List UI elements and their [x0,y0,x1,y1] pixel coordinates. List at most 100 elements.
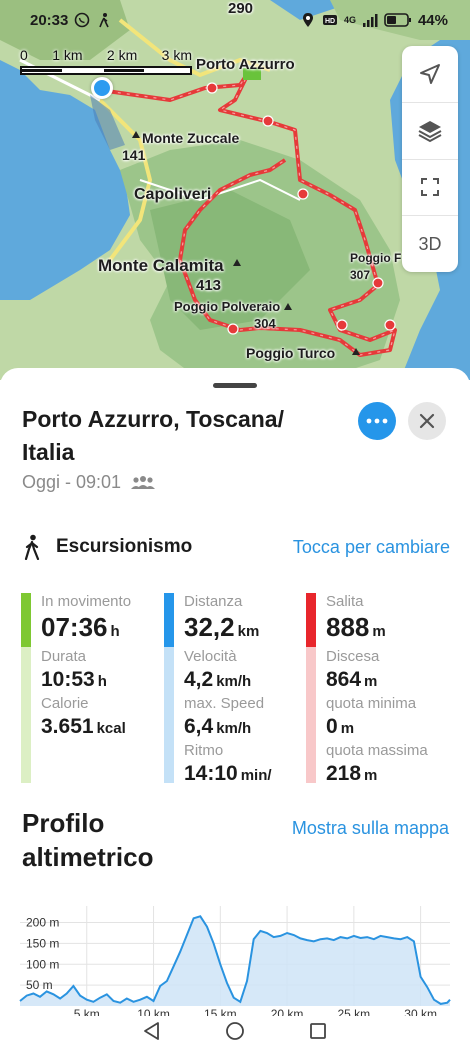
stat-unit: m [340,720,355,737]
map-label-poggio-f: Poggio F [350,251,402,265]
stats-grid: In movimento 07:36 h Durata 10:53 h Calori… [21,593,451,785]
stat-value: 6,4 [184,715,214,738]
group-people-icon[interactable] [129,475,157,491]
user-location-dot [91,77,113,99]
stat-label: Velocità [184,648,237,665]
stat-label: In movimento [41,593,132,610]
stat-color-bar [21,593,31,783]
stat-label: Salita [326,593,364,610]
stat-color-bar [306,593,316,783]
fullscreen-icon [421,178,439,197]
location-pin-icon [302,13,313,27]
stat-speed: Velocità 4,2 km/h [184,648,272,695]
locate-button[interactable] [402,46,458,103]
stat-label: max. Speed [184,695,265,712]
show-on-map-link[interactable]: Mostra sulla mappa [292,818,449,839]
stat-value: 07:36 [41,612,108,642]
signal-icon [362,14,378,27]
stat-label: Durata [41,648,87,665]
home-circle-icon [226,1022,244,1040]
system-nav-bar [0,1012,470,1050]
stat-distance: Distanza 32,2 km [184,593,272,648]
stat-label: Distanza [184,593,243,610]
stat-ascent: Salita 888 m [326,593,428,648]
stat-label: Ritmo [184,742,224,759]
stats-column-distance: Distanza 32,2 km Velocità 4,2 km/h max. Sp… [164,593,306,785]
stat-unit: km/h [216,673,252,690]
more-dots-icon [366,418,388,424]
map-elevation-label: 413 [196,277,222,294]
track-date: Oggi - 09:01 [22,472,122,492]
scale-label: 1 km [52,47,83,63]
map-label-poggio-turco: Poggio Turco [246,345,336,361]
stat-descent: Discesa 864 m [326,648,428,695]
y-tick-label: 150 m [26,936,59,950]
elevation-area [20,916,450,1006]
stat-unit: m [372,623,386,640]
drag-handle[interactable] [213,383,257,388]
network-type: 4G [343,15,356,25]
map-elevation-label: 307 [350,268,371,282]
change-activity-link[interactable]: Tocca per cambiare [293,537,450,558]
stat-label: Discesa [326,648,380,665]
whatsapp-icon [75,12,90,28]
stat-value: 10:53 [41,668,95,691]
map-elevation-label: 141 [122,147,146,163]
recents-square-icon [310,1023,327,1039]
nav-back-button[interactable] [141,1020,163,1042]
3d-button[interactable]: 3D [402,216,458,272]
stat-max-altitude: quota massima 218 m [326,742,428,789]
y-tick-label: 200 m [26,916,59,930]
stat-label: quota massima [326,742,428,759]
scale-line [20,66,192,75]
status-bar: 20:33 HD 4G 44% [0,0,470,40]
layers-icon [418,120,442,142]
3d-label: 3D [418,233,442,254]
back-triangle-icon [143,1022,159,1040]
map-scale-bar: 0 1 km 2 km 3 km [20,47,192,75]
stat-color-bar [164,593,174,783]
navigation-arrow-icon [420,63,440,84]
stat-unit: km [237,623,260,640]
map-label-poggio-polveraio: Poggio Polveraio [174,299,281,314]
stat-value: 218 [326,762,362,785]
battery-icon [384,13,411,27]
stat-unit: km/h [216,720,252,737]
scale-label: 2 km [106,47,138,63]
stat-value: 4,2 [184,668,214,691]
stat-label: Calorie [41,695,89,712]
nav-recents-button[interactable] [307,1020,329,1042]
close-button[interactable] [408,402,446,440]
hiker-status-icon [99,13,110,28]
status-time: 20:33 [30,11,69,29]
stat-unit: m [364,767,378,784]
map-view[interactable]: 20:33 HD 4G 44% 0 1 km 2 km 3 km 290 Por… [0,0,470,380]
activity-type: Escursionismo [56,536,193,557]
stat-min-altitude: quota minima 0m [326,695,428,742]
map-label-monte-zuccale: Monte Zuccale [142,130,240,146]
map-label-monte-calamita: Monte Calamita [98,256,224,275]
stat-unit: kcal [96,720,126,737]
close-icon [419,413,435,429]
stat-unit: h [110,623,120,640]
stat-label: quota minima [326,695,417,712]
map-label-porto-azzurro: Porto Azzurro [196,56,295,73]
activity-row[interactable]: Escursionismo Tocca per cambiare [22,532,450,562]
profile-title: Profilo altimetrico [22,808,154,872]
hd-call-icon: HD [322,15,337,25]
layers-button[interactable] [402,103,458,160]
svg-text:HD: HD [325,18,335,25]
hiking-icon [24,534,40,560]
more-options-button[interactable] [358,402,396,440]
stat-value: 3.651 [41,715,94,738]
scale-label: 0 [20,47,28,63]
stat-value: 14:10 [184,762,238,785]
stat-max-speed: max. Speed 6,4 km/h [184,695,272,742]
nav-home-button[interactable] [224,1020,246,1042]
map-elevation-label: 304 [254,316,276,331]
fullscreen-button[interactable] [402,160,458,217]
scale-label: 3 km [161,47,192,63]
stat-value: 32,2 [184,612,235,642]
stat-value: 864 [326,668,362,691]
stat-calories: Calorie 3.651 kcal [41,695,131,742]
